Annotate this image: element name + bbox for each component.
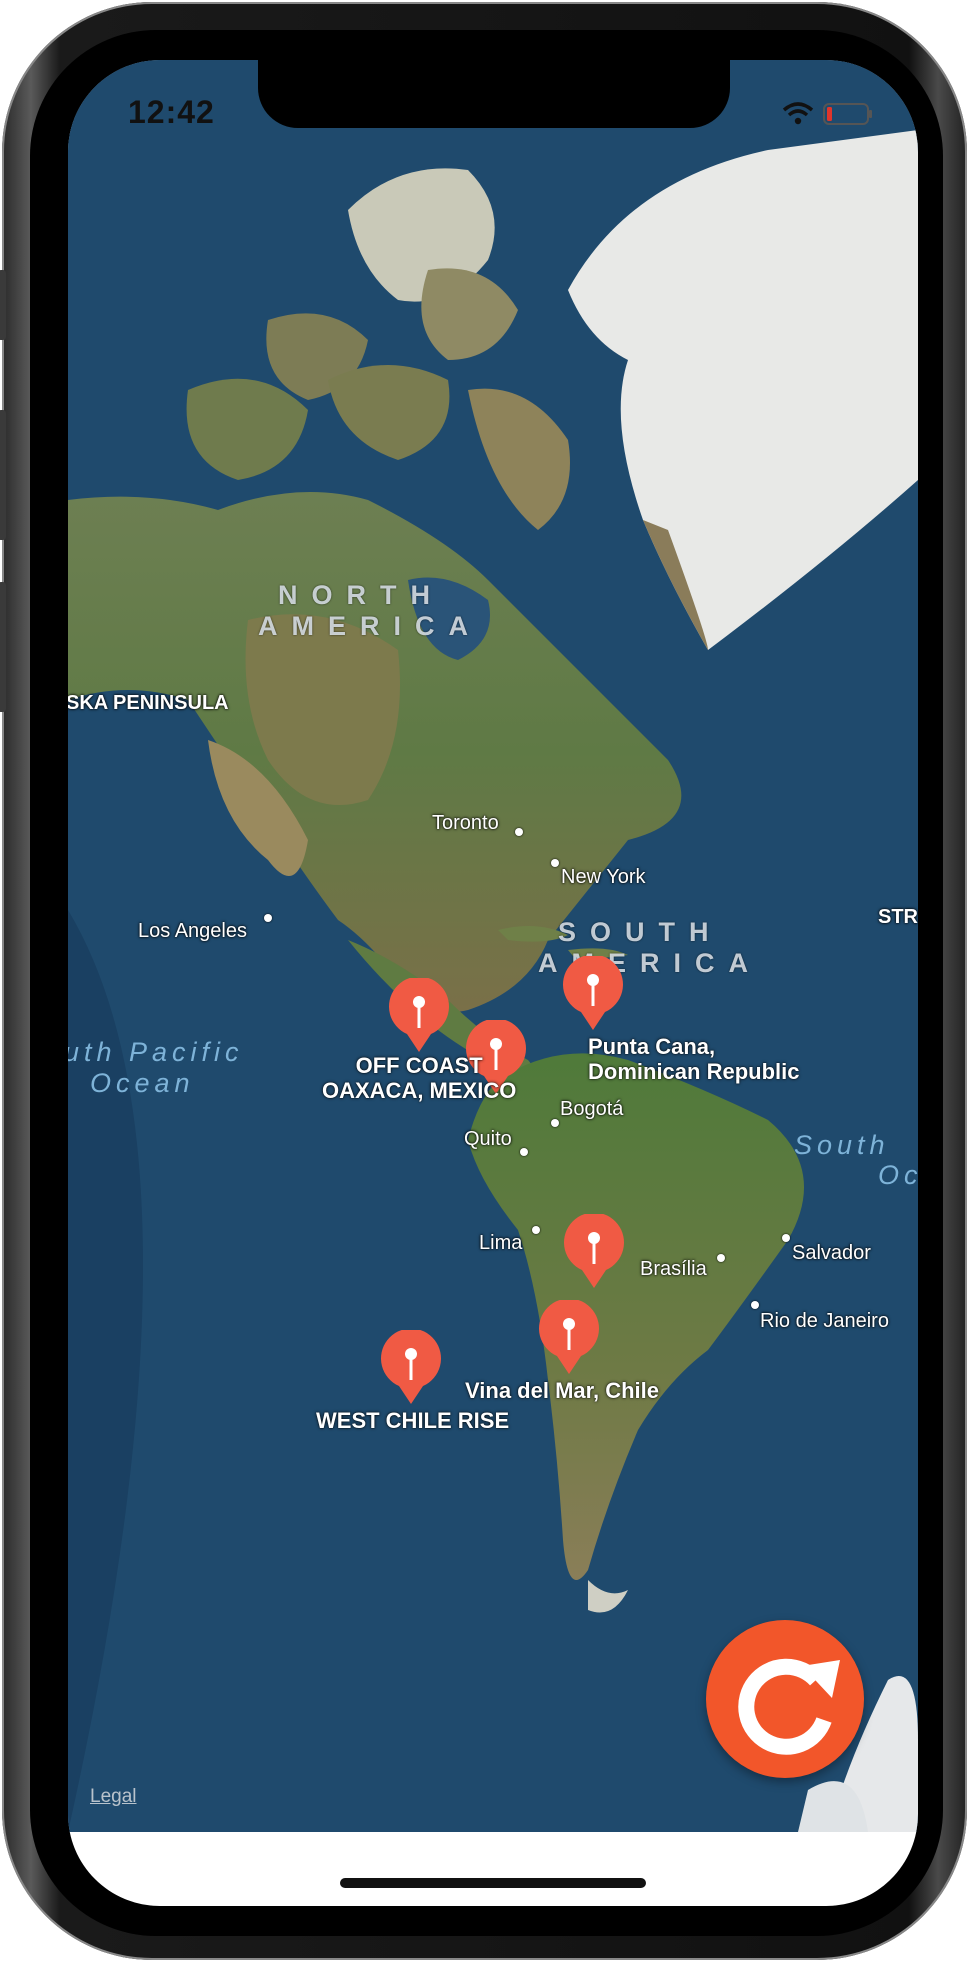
- status-icons: [778, 98, 878, 128]
- pin-label-west-chile-rise: WEST CHILE RISE: [316, 1408, 509, 1433]
- battery-icon: [823, 103, 872, 125]
- place-label-salvador: Salvador: [792, 1242, 871, 1264]
- place-label-los-angeles: Los Angeles: [138, 920, 247, 942]
- place-label-brasilia: Brasília: [640, 1258, 707, 1280]
- place-label-alaska-peninsula: SKA PENINSULA: [68, 692, 229, 714]
- pin-label-line-2: OAXACA, MEXICO: [322, 1078, 517, 1103]
- pin-marker-icon: [539, 1298, 599, 1374]
- ocean-line-1: uth Pacific: [68, 1037, 244, 1067]
- refresh-button[interactable]: [706, 1620, 864, 1778]
- pin-label-line-1: Vina del Mar, Chile: [465, 1378, 659, 1403]
- wifi-icon: [782, 102, 814, 125]
- mute-switch: [0, 270, 6, 340]
- ocean-line-2: Ocean: [90, 1068, 195, 1098]
- ocean-label-south-atlantic: South Oc: [794, 1130, 918, 1190]
- place-label-strait: STR: [878, 906, 918, 928]
- place-label-rio-de-janeiro: Rio de Janeiro: [760, 1310, 889, 1332]
- place-label-lima: Lima: [479, 1232, 523, 1254]
- place-label-new-york: New York: [561, 866, 646, 888]
- pin-label-line-1: WEST CHILE RISE: [316, 1408, 510, 1433]
- pin-label-vina-del-mar: Vina del Mar, Chile: [465, 1378, 659, 1403]
- pin-marker-icon: [563, 954, 623, 1030]
- pin-marker-icon: [381, 1328, 441, 1404]
- pin-marker-icon: [389, 976, 449, 1052]
- region-label-north-america: NORTH AMERICA: [258, 580, 482, 642]
- map-pin-peru[interactable]: [562, 1212, 626, 1290]
- legal-link[interactable]: Legal: [90, 1786, 137, 1808]
- pin-marker-icon: [564, 1212, 624, 1288]
- city-dot-toronto: [515, 828, 523, 836]
- wifi-battery-icons: [782, 102, 872, 125]
- region-line-1: SOUTH: [558, 917, 723, 947]
- refresh-icon: [738, 1658, 840, 1755]
- region-line-1: NORTH: [278, 580, 444, 610]
- city-dot-lima: [532, 1226, 540, 1234]
- volume-down-button: [0, 582, 6, 712]
- map-pin-west-chile-rise[interactable]: [379, 1328, 443, 1406]
- screen: NORTH AMERICA SOUTH AMERICA uth Pacific …: [68, 60, 918, 1906]
- city-dot-bogota: [551, 1119, 559, 1127]
- notch: [258, 60, 730, 128]
- place-label-quito: Quito: [464, 1128, 512, 1150]
- city-dot-brasilia: [717, 1254, 725, 1262]
- pin-label-line-1: Punta Cana,: [588, 1034, 716, 1059]
- phone-frame: NORTH AMERICA SOUTH AMERICA uth Pacific …: [0, 2, 967, 1960]
- volume-up-button: [0, 410, 6, 540]
- city-dot-los-angeles: [264, 914, 272, 922]
- city-dot-rio: [751, 1301, 759, 1309]
- map-pin-punta-cana[interactable]: [561, 954, 625, 1032]
- ocean-line-1: South: [794, 1130, 890, 1160]
- place-label-toronto: Toronto: [432, 812, 499, 834]
- pin-label-oaxaca: OFF COAST OAXACA, MEXICO: [322, 1053, 516, 1103]
- home-indicator[interactable]: [340, 1878, 646, 1888]
- place-label-bogota: Bogotá: [560, 1098, 624, 1120]
- map-pin-vina-del-mar[interactable]: [537, 1298, 601, 1376]
- pin-label-line-1: OFF COAST: [355, 1053, 483, 1078]
- satellite-map[interactable]: NORTH AMERICA SOUTH AMERICA uth Pacific …: [68, 60, 918, 1832]
- status-time: 12:42: [128, 94, 215, 130]
- ocean-label-south-pacific: uth Pacific Ocean: [68, 1037, 244, 1099]
- city-dot-salvador: [782, 1234, 790, 1242]
- city-dot-new-york: [551, 859, 559, 867]
- city-dot-quito: [520, 1148, 528, 1156]
- map-pin-oaxaca[interactable]: [387, 976, 451, 1054]
- pin-label-punta-cana: Punta Cana, Dominican Republic: [588, 1034, 799, 1084]
- map-terrain: [68, 60, 918, 1832]
- pin-label-line-2: Dominican Republic: [588, 1059, 800, 1084]
- region-line-2: AMERICA: [258, 611, 482, 641]
- ocean-line-2: Oc: [878, 1160, 918, 1190]
